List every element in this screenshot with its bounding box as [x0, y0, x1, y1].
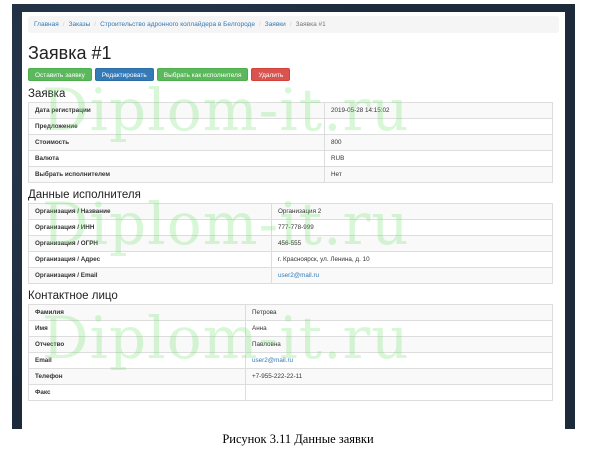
- row-value: Петрова: [245, 304, 553, 321]
- row-key: Факс: [28, 384, 246, 401]
- row-key: Организация / ИНН: [28, 219, 272, 236]
- row-value: Павловна: [245, 336, 553, 353]
- row-key: Выбрать исполнителем: [28, 166, 325, 183]
- breadcrumb-requests[interactable]: Заявки: [265, 21, 286, 28]
- row-value: 777-778-999: [271, 219, 553, 236]
- contact-email-link[interactable]: user2@mail.ru: [252, 357, 293, 364]
- action-bar: Оставить заявку Редактировать Выбрать ка…: [28, 68, 565, 81]
- row-value: Нет: [324, 166, 553, 183]
- org-email-link[interactable]: user2@mail.ru: [278, 272, 319, 279]
- row-key: Организация / Адрес: [28, 251, 272, 268]
- row-value: +7-955-222-22-11: [245, 368, 553, 385]
- executor-table: Организация / Название Организация 2 Орга…: [28, 203, 553, 284]
- row-value: Организация 2: [271, 203, 553, 220]
- table-row: Фамилия Петрова: [28, 304, 553, 321]
- breadcrumb: Главная / Заказы / Строительство адронно…: [28, 16, 559, 33]
- choose-executor-button[interactable]: Выбрать как исполнителя: [156, 68, 249, 81]
- table-row: Валюта RUB: [28, 150, 553, 167]
- table-row: Факс: [28, 384, 553, 401]
- delete-button[interactable]: Удалить: [251, 68, 291, 81]
- row-key: Телефон: [28, 368, 246, 385]
- row-key: Имя: [28, 320, 246, 337]
- row-key: Email: [28, 352, 246, 369]
- row-value: user2@mail.ru: [271, 267, 553, 284]
- row-key: Стоимость: [28, 134, 325, 151]
- breadcrumb-home[interactable]: Главная: [34, 21, 59, 28]
- breadcrumb-separator: /: [289, 21, 292, 28]
- row-key: Организация / ОГРН: [28, 235, 272, 252]
- row-value: Анна: [245, 320, 553, 337]
- row-key: Организация / Название: [28, 203, 272, 220]
- breadcrumb-separator: /: [94, 21, 97, 28]
- executor-section-title: Данные исполнителя: [28, 189, 141, 201]
- table-row: Организация / Адрес г. Красноярск, ул. Ле…: [28, 251, 553, 268]
- row-key: Дата регистрации: [28, 102, 325, 119]
- breadcrumb-current: Заявка #1: [295, 21, 326, 28]
- table-row: Телефон +7-955-222-22-11: [28, 368, 553, 385]
- row-value: [245, 384, 553, 401]
- table-row: Организация / ОГРН 456-555: [28, 235, 553, 252]
- breadcrumb-separator: /: [258, 21, 261, 28]
- row-value: 800: [324, 134, 553, 151]
- row-key: Валюта: [28, 150, 325, 167]
- breadcrumb-order[interactable]: Строительство адронного коллайдера в Бел…: [100, 21, 255, 28]
- table-row: Выбрать исполнителем Нет: [28, 166, 553, 183]
- request-section-title: Заявка: [28, 88, 66, 100]
- table-row: Организация / Email user2@mail.ru: [28, 267, 553, 284]
- row-key: Предложение: [28, 118, 325, 135]
- table-row: Дата регистрации 2019-05-28 14:15:02: [28, 102, 553, 119]
- breadcrumb-orders[interactable]: Заказы: [69, 21, 91, 28]
- table-row: Предложение: [28, 118, 553, 135]
- figure-caption: Рисунок 3.11 Данные заявки: [222, 432, 374, 446]
- table-row: Организация / Название Организация 2: [28, 203, 553, 220]
- row-key: Отчество: [28, 336, 246, 353]
- table-row: Имя Анна: [28, 320, 553, 337]
- breadcrumb-separator: /: [62, 21, 65, 28]
- row-value: [324, 118, 553, 135]
- edit-button[interactable]: Редактировать: [94, 68, 154, 81]
- table-row: Стоимость 800: [28, 134, 553, 151]
- row-value: user2@mail.ru: [245, 352, 553, 369]
- table-row: Организация / ИНН 777-778-999: [28, 219, 553, 236]
- leave-request-button[interactable]: Оставить заявку: [28, 68, 92, 81]
- row-value: 456-555: [271, 235, 553, 252]
- page-title: Заявка #1: [28, 43, 112, 63]
- table-row: Email user2@mail.ru: [28, 352, 553, 369]
- row-value: RUB: [324, 150, 553, 167]
- page-content: Главная / Заказы / Строительство адронно…: [22, 12, 565, 429]
- row-value: 2019-05-28 14:15:02: [324, 102, 553, 119]
- browser-frame: Главная / Заказы / Строительство адронно…: [12, 4, 575, 429]
- contact-table: Фамилия Петрова Имя Анна Отчество Павловна …: [28, 304, 553, 401]
- table-row: Отчество Павловна: [28, 336, 553, 353]
- row-value: г. Красноярск, ул. Ленина, д. 10: [271, 251, 553, 268]
- row-key: Фамилия: [28, 304, 246, 321]
- contact-section-title: Контактное лицо: [28, 290, 118, 302]
- row-key: Организация / Email: [28, 267, 272, 284]
- request-table: Дата регистрации 2019-05-28 14:15:02 Пред…: [28, 102, 553, 183]
